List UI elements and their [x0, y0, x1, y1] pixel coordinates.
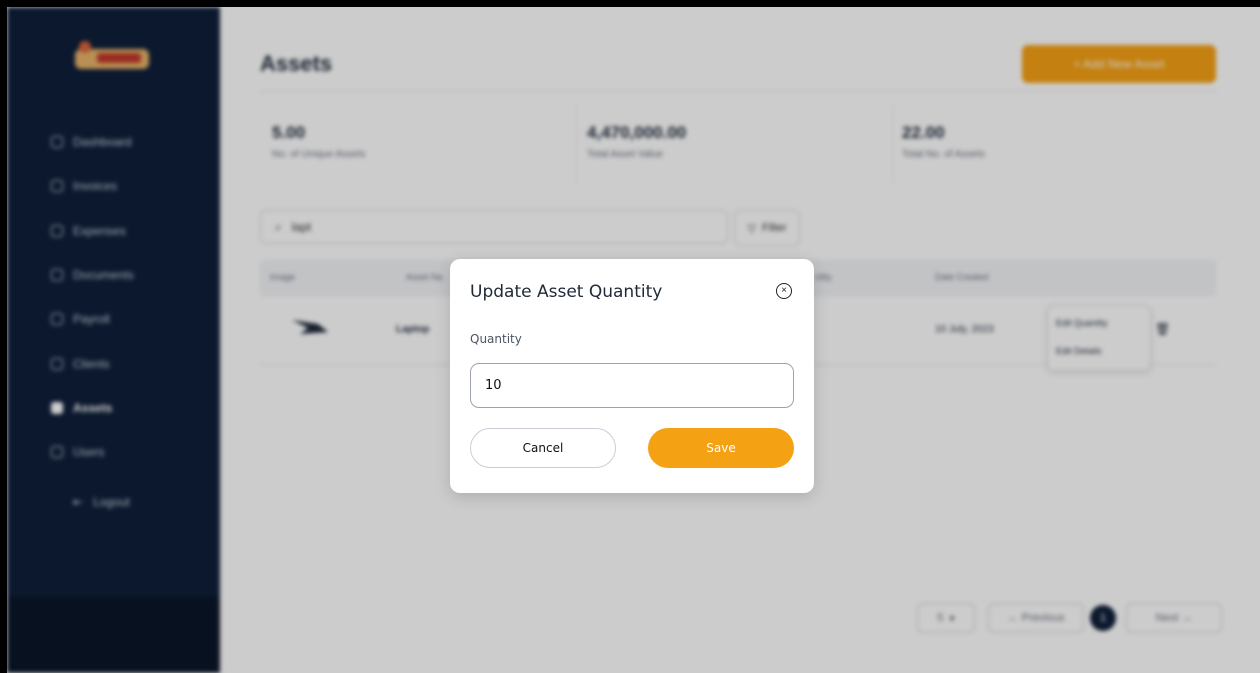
- quantity-label: Quantity: [470, 332, 522, 346]
- cancel-button[interactable]: Cancel: [470, 428, 616, 468]
- save-button[interactable]: Save: [648, 428, 794, 468]
- close-icon[interactable]: ×: [776, 283, 792, 299]
- app-window: Dashboard Invoices Expenses Documents Pa…: [7, 7, 1260, 673]
- quantity-input[interactable]: [470, 363, 794, 408]
- update-quantity-dialog: Update Asset Quantity × Quantity Cancel …: [450, 259, 814, 493]
- dialog-title: Update Asset Quantity: [470, 282, 663, 302]
